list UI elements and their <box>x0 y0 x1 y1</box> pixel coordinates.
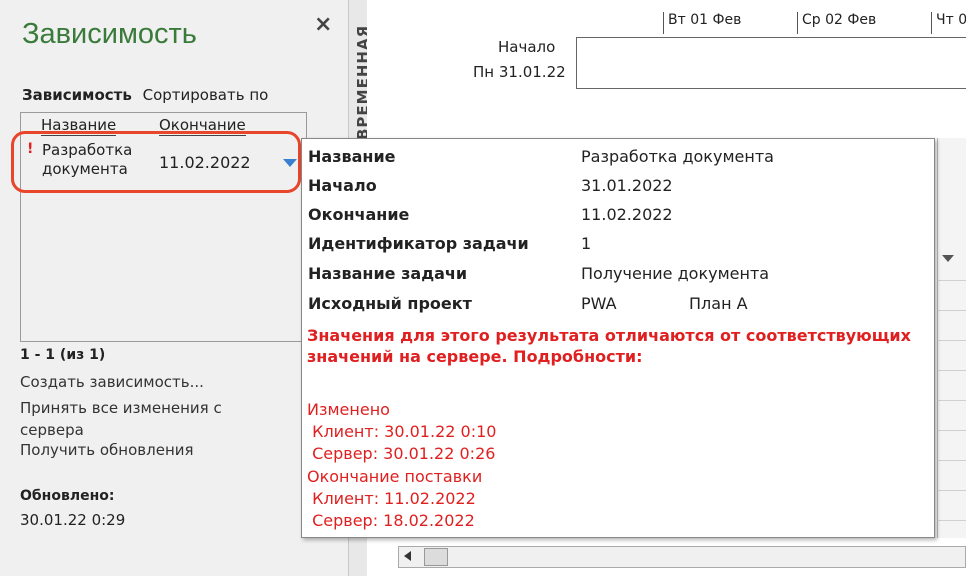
sort-row: Зависимость Сортировать по <box>22 86 268 104</box>
grid-line <box>937 310 966 311</box>
timeline-day: Вт 01 Фев <box>663 12 741 34</box>
detail-line: Сервер: 18.02.2022 <box>307 511 475 530</box>
close-pane-button[interactable]: × <box>314 12 332 37</box>
updated-value: 30.01.22 0:29 <box>20 511 126 529</box>
sort-label: Зависимость <box>22 86 132 104</box>
get-updates-link[interactable]: Получить обновления <box>20 441 194 459</box>
timeline-start-date: Пн 31.01.22 <box>473 63 566 81</box>
detail-line: Сервер: 30.01.22 0:26 <box>307 444 496 463</box>
sort-by-label: Сортировать по <box>142 86 269 104</box>
grid-line <box>937 400 966 401</box>
create-dependency-link[interactable]: Создать зависимость... <box>20 373 204 391</box>
field-label: Начало <box>308 176 377 195</box>
grid-line <box>937 340 966 341</box>
detail-line: Окончание поставки <box>307 467 483 486</box>
gantt-grid <box>937 138 966 538</box>
field-label: Исходный проект <box>308 294 472 313</box>
field-value: PWA <box>581 294 617 313</box>
field-label: Идентификатор задачи <box>308 234 529 253</box>
timeline-day: Чт 0 <box>931 12 966 34</box>
timeline-day: Ср 02 Фев <box>797 12 876 34</box>
field-value: Получение документа <box>581 264 770 283</box>
detail-line: Изменено <box>307 400 390 419</box>
detail-line: Клиент: 11.02.2022 <box>307 489 476 508</box>
horizontal-scrollbar[interactable] <box>398 546 966 568</box>
dependency-pane: Зависимость × Зависимость Сортировать по… <box>0 0 348 576</box>
grid-line <box>937 490 966 491</box>
detail-line: Клиент: 30.01.22 0:10 <box>307 422 497 441</box>
item-count: 1 - 1 (из 1) <box>20 347 106 363</box>
grid-line <box>937 280 966 281</box>
field-value: Разработка документа <box>581 147 774 166</box>
updated-label: Обновлено: <box>20 488 115 504</box>
field-label: Название задачи <box>308 264 468 283</box>
conflict-warning: Значения для этого результата отличаются… <box>307 326 911 366</box>
field-label: Название <box>308 147 396 166</box>
field-value-secondary: План А <box>689 294 748 313</box>
highlight-outline <box>11 131 301 193</box>
scroll-left-icon[interactable] <box>404 551 411 561</box>
scrollbar-thumb[interactable] <box>424 548 448 566</box>
grid-line <box>937 370 966 371</box>
field-value: 31.01.2022 <box>581 176 673 195</box>
field-value: 1 <box>581 234 592 253</box>
grid-line <box>937 430 966 431</box>
pane-title: Зависимость <box>22 18 197 50</box>
timeline-bar <box>576 37 966 89</box>
accept-all-changes-link[interactable]: Принять все изменения с сервера <box>20 397 270 441</box>
timeline-start-label: Начало <box>498 38 556 56</box>
grid-line <box>937 520 966 521</box>
chevron-down-icon[interactable] <box>942 255 954 262</box>
dependency-tooltip: Название Разработка документа Начало 31.… <box>301 138 935 538</box>
field-label: Окончание <box>308 205 410 224</box>
grid-line <box>937 460 966 461</box>
field-value: 11.02.2022 <box>581 205 673 224</box>
